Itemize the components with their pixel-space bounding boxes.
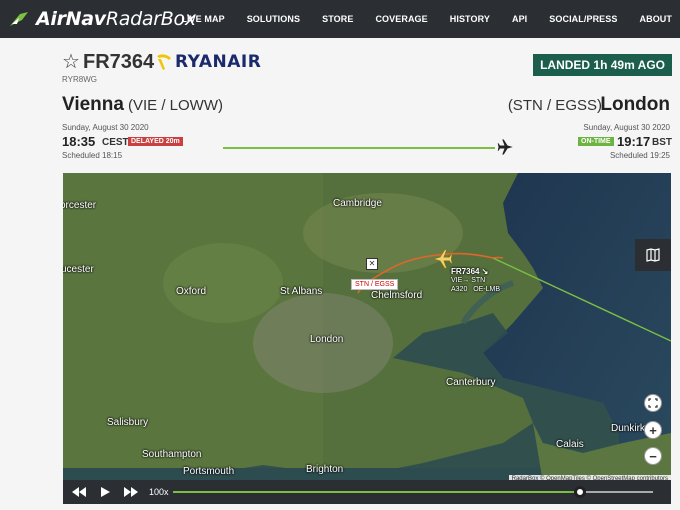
fast-forward-icon <box>124 487 138 497</box>
fullscreen-icon <box>648 398 658 408</box>
airport-marker-icon[interactable]: ✕ <box>366 258 378 270</box>
playback-bar: 100x <box>63 480 671 504</box>
destination-timezone: BST <box>652 137 672 148</box>
destination-time: 19:17 <box>617 134 651 149</box>
airline-name: RYANAIR <box>175 52 262 72</box>
zoom-out-button[interactable]: − <box>644 447 662 465</box>
origin-scheduled: Scheduled 18:15 <box>62 151 123 160</box>
map-label-brighton: Brighton <box>306 464 344 475</box>
ontime-badge: ON-TIME <box>578 137 614 146</box>
rewind-button[interactable] <box>69 482 89 502</box>
callsign: RYR8WG <box>62 75 97 84</box>
nav-coverage[interactable]: COVERAGE <box>375 14 427 24</box>
star-outline-icon[interactable]: ☆ <box>62 52 80 72</box>
destination-date: Sunday, August 30 2020 <box>583 123 670 132</box>
map-label-worcester: orcester <box>63 200 97 211</box>
map-layers-icon <box>646 248 660 262</box>
map-label-chelmsford: Chelmsford <box>371 290 423 301</box>
play-button[interactable] <box>95 482 115 502</box>
flight-tag-number: FR7364 ↘ <box>451 267 489 276</box>
nav-store[interactable]: STORE <box>322 14 353 24</box>
airline-logo: RYANAIR <box>155 52 261 72</box>
playback-track[interactable] <box>173 491 581 493</box>
aircraft-marker-icon[interactable] <box>431 248 453 270</box>
map-label-calais: Calais <box>556 439 584 450</box>
flight-tag-route: VIE→ STN <box>451 277 486 284</box>
zoom-in-button[interactable]: + <box>644 421 662 439</box>
playback-track-remaining[interactable] <box>581 491 653 493</box>
nav-history[interactable]: HISTORY <box>450 14 490 24</box>
destination-city: London <box>600 94 670 115</box>
map-label-gloucester: ucester <box>63 264 94 275</box>
map-label-st-albans: St Albans <box>280 286 323 297</box>
origin-date: Sunday, August 30 2020 <box>62 123 149 132</box>
rewind-icon <box>72 487 86 497</box>
nav-live-map[interactable]: LIVE MAP <box>181 14 224 24</box>
destination-scheduled: Scheduled 19:25 <box>609 151 670 160</box>
status-badge: LANDED 1h 49m AGO <box>533 54 672 76</box>
fast-forward-button[interactable] <box>121 482 141 502</box>
fullscreen-button[interactable] <box>644 394 662 412</box>
origin-timezone: CEST <box>102 137 129 148</box>
play-icon <box>100 487 110 497</box>
flight-tag-aircraft: A320 <box>451 286 468 293</box>
playback-speed[interactable]: 100x <box>149 487 169 497</box>
map-label-canterbury: Canterbury <box>446 377 496 388</box>
nav-social-press[interactable]: SOCIAL/PRESS <box>549 14 617 24</box>
flight-tag-registration: OE-LMB <box>473 286 501 293</box>
map-label-salisbury: Salisbury <box>107 417 149 428</box>
harp-icon <box>157 54 171 70</box>
map-label-london: London <box>310 334 344 345</box>
flight-number: FR7364 <box>83 51 155 73</box>
nav-menu: LIVE MAP SOLUTIONS STORE COVERAGE HISTOR… <box>159 0 672 38</box>
nav-api[interactable]: API <box>512 14 527 24</box>
origin-city: Vienna <box>62 94 124 115</box>
top-nav: AirNavRadarBox LIVE MAP SOLUTIONS STORE … <box>0 0 680 38</box>
delayed-badge: DELAYED 20m <box>128 137 183 146</box>
origin-codes: (VIE / LOWW) <box>128 97 223 114</box>
map-label-dunkirk: Dunkirk <box>611 423 645 434</box>
destination-route-label[interactable]: STN / EGSS <box>351 279 399 290</box>
map-label-portsmouth: Portsmouth <box>183 466 235 477</box>
destination-codes: (STN / EGSS) <box>507 97 602 114</box>
map-label-cambridge: Cambridge <box>333 198 382 209</box>
logo-swoosh-icon <box>10 12 28 26</box>
origin-time: 18:35 <box>62 134 96 149</box>
airplane-icon <box>497 139 513 155</box>
nav-solutions[interactable]: SOLUTIONS <box>247 14 300 24</box>
flight-tag[interactable]: FR7364 ↘ VIE→ STN A320 OE-LMB <box>451 267 500 294</box>
playback-handle[interactable] <box>574 486 586 498</box>
route-overlay <box>357 252 671 342</box>
flight-progress-line <box>223 147 495 149</box>
nav-about[interactable]: ABOUT <box>640 14 673 24</box>
map-label-oxford: Oxford <box>176 286 207 297</box>
map-label-southampton: Southampton <box>142 449 202 460</box>
flight-map[interactable]: orcester ucester Cambridge Oxford St Alb… <box>63 173 671 483</box>
map-layers-button[interactable] <box>635 239 671 271</box>
